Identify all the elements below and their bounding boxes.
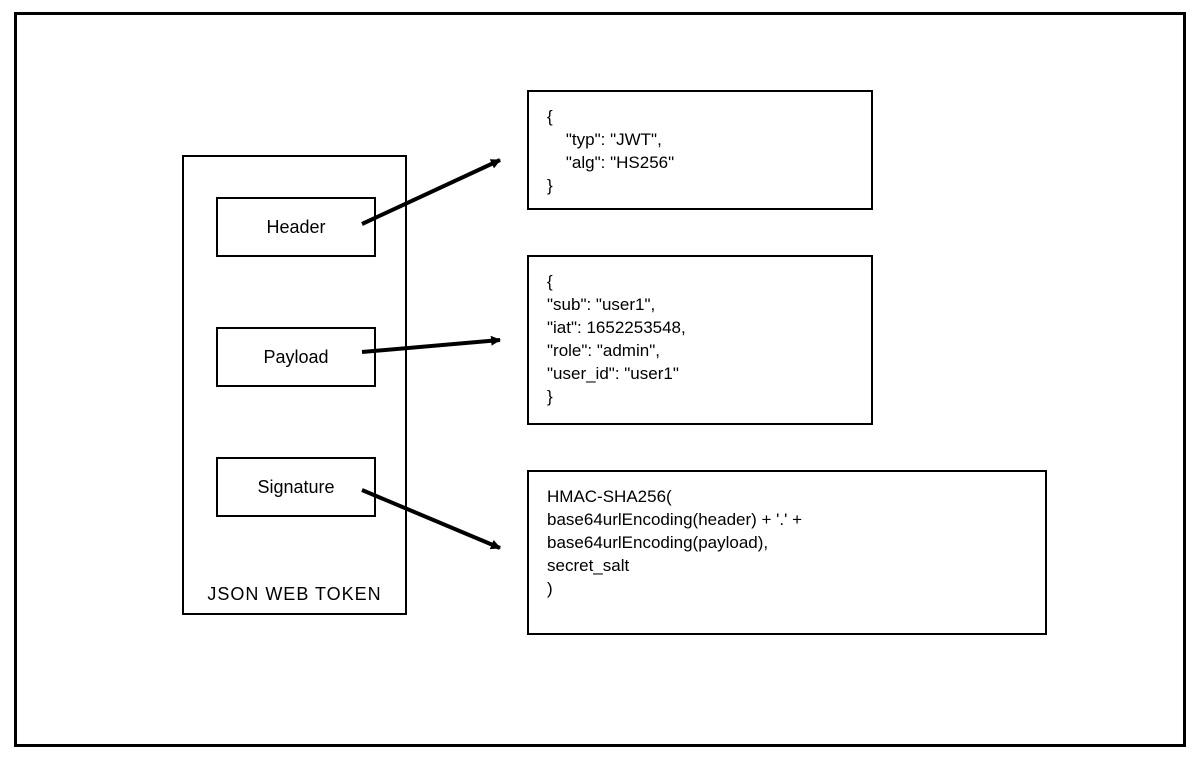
part-payload: Payload [216,327,376,387]
jwt-caption: JSON WEB TOKEN [184,584,405,605]
part-header: Header [216,197,376,257]
part-signature-label: Signature [257,477,334,498]
header-json-box: { "typ": "JWT", "alg": "HS256" } [527,90,873,210]
part-header-label: Header [266,217,325,238]
diagram-frame: Header Payload Signature JSON WEB TOKEN … [14,12,1186,747]
part-signature: Signature [216,457,376,517]
payload-json-box: { "sub": "user1", "iat": 1652253548, "ro… [527,255,873,425]
jwt-container: Header Payload Signature JSON WEB TOKEN [182,155,407,615]
signature-text-box: HMAC-SHA256( base64urlEncoding(header) +… [527,470,1047,635]
part-payload-label: Payload [263,347,328,368]
